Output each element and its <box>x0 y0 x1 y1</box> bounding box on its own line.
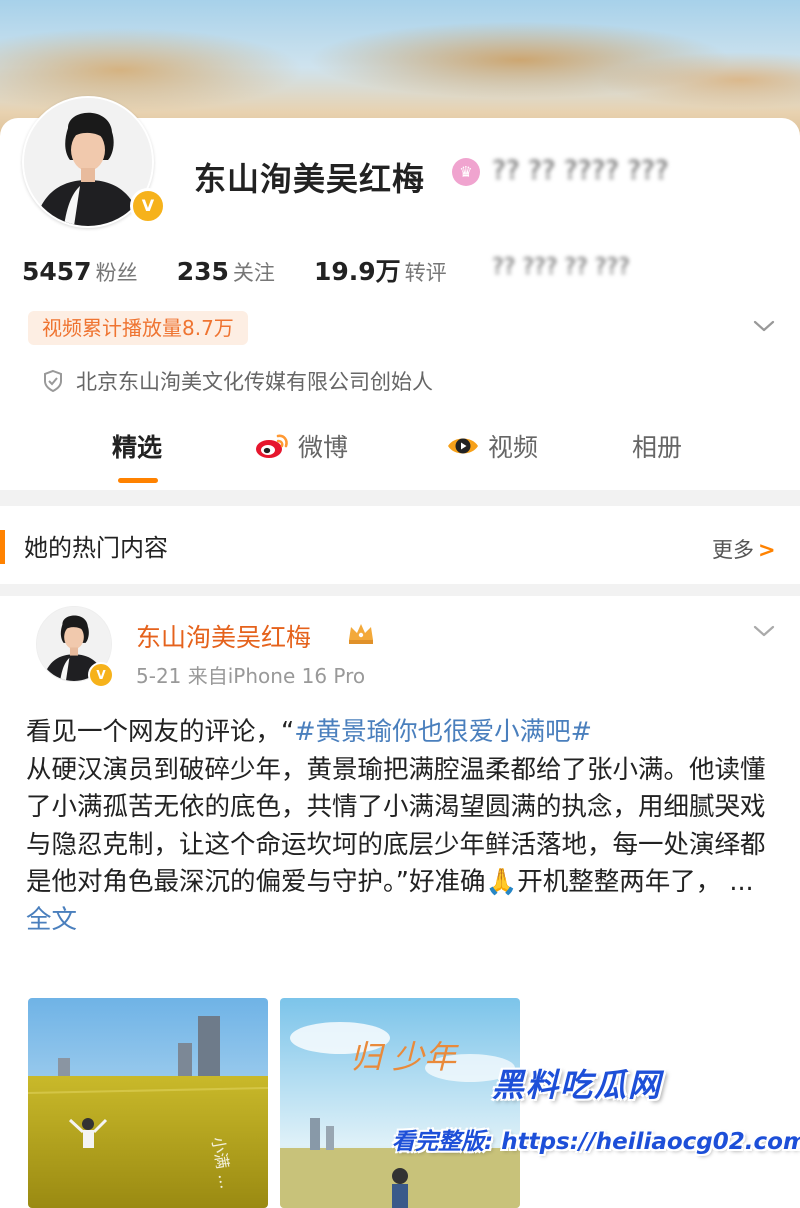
wheat-field-poster-image: 小满 ... <box>28 998 268 1208</box>
post-text-before: 看见一个网友的评论，“ <box>26 717 295 747</box>
hot-accent-bar <box>0 530 5 564</box>
more-link[interactable]: 更多 > <box>712 534 776 564</box>
tab-video[interactable]: 视频 <box>446 428 538 464</box>
profile-tabs: 精选 微博 视频 相册 <box>0 418 800 488</box>
active-tab-indicator <box>118 478 158 483</box>
section-divider-2 <box>0 584 800 596</box>
stat-following-label: 关注 <box>232 261 275 285</box>
stat-following-value: 235 <box>176 257 229 286</box>
praying-hands-emoji: 🙏 <box>485 867 518 897</box>
company-text: 北京东山洵美文化传媒有限公司创始人 <box>76 370 433 394</box>
company-info: 北京东山洵美文化传媒有限公司创始人 <box>42 366 433 396</box>
video-icon <box>448 438 478 454</box>
hot-content-header: 她的热门内容 更多 > <box>0 506 800 584</box>
post-image-1[interactable]: 小满 ... <box>28 998 268 1208</box>
section-divider <box>0 490 800 506</box>
stat-following[interactable]: 235 关注 <box>177 257 275 287</box>
profile-avatar-wrap[interactable]: V <box>22 96 172 228</box>
post-verified-badge-icon: V <box>88 662 114 688</box>
post-author-name[interactable]: 东山洵美吴红梅 <box>136 618 311 654</box>
post-menu-chevron-icon[interactable] <box>752 622 776 640</box>
site-watermark: 黑料吃瓜网 看完整版: https://heiliaocg02.com <box>392 1060 800 1200</box>
more-arrow-icon: > <box>758 538 776 562</box>
post-meta: 5-21 来自iPhone 16 Pro <box>136 664 366 688</box>
tab-video-label: 视频 <box>488 433 539 462</box>
hot-content-title: 她的热门内容 <box>24 534 168 562</box>
more-label: 更多 <box>712 538 754 562</box>
chevron-down-icon[interactable] <box>752 316 776 336</box>
stat-followers-value: 5457 <box>22 257 92 286</box>
tab-album-label: 相册 <box>632 433 683 462</box>
full-text-link[interactable]: 全文 <box>26 905 77 935</box>
tab-weibo[interactable]: 微博 <box>254 428 348 464</box>
tab-weibo-label: 微博 <box>298 433 349 462</box>
verified-badge-icon: V <box>130 188 166 224</box>
profile-bio-blurred: ?? ?? ???? ??? <box>492 156 669 186</box>
shield-icon <box>44 369 62 393</box>
stat-interactions-label: 转评 <box>404 261 447 285</box>
tab-album[interactable]: 相册 <box>632 428 682 464</box>
stat-interactions-value: 19.9万 <box>313 257 401 286</box>
watermark-title: 黑料吃瓜网 <box>492 1066 663 1104</box>
post-text-end: 开机整整两年了， ... <box>517 867 754 897</box>
post-hashtag[interactable]: #黄景瑜你也很爱小满吧# <box>294 717 592 747</box>
watermark-url: 看完整版: https://heiliaocg02.com <box>392 1129 800 1155</box>
tab-featured-label: 精选 <box>112 433 163 462</box>
profile-stats: 5457 粉丝 235 关注 19.9万 转评 <box>22 252 481 288</box>
post-avatar-wrap[interactable]: V <box>36 606 116 690</box>
crown-badge-icon[interactable]: ♛ <box>452 158 480 186</box>
crown-icon <box>349 624 373 644</box>
tab-featured[interactable]: 精选 <box>112 428 162 464</box>
weibo-icon <box>256 434 288 458</box>
stat-followers[interactable]: 5457 粉丝 <box>22 257 138 287</box>
stats-blurred: ?? ??? ?? ??? <box>492 255 630 280</box>
post-text: 看见一个网友的评论，“#黄景瑜你也很爱小满吧# 从硬汉演员到破碎少年，黄景瑜把满腔… <box>26 714 776 939</box>
stat-interactions[interactable]: 19.9万 转评 <box>314 252 447 288</box>
stat-followers-label: 粉丝 <box>95 261 138 285</box>
video-play-count-badge[interactable]: 视频累计播放量8.7万 <box>28 311 248 345</box>
profile-name: 东山洵美吴红梅 <box>194 160 426 198</box>
